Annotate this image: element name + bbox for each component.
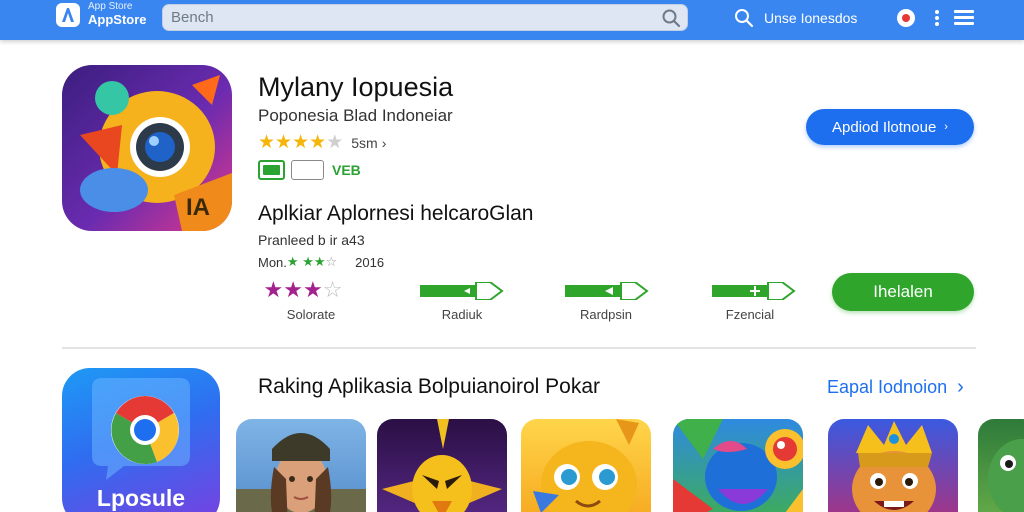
star-icon: ★: [292, 132, 310, 153]
app-badges: VEB: [258, 160, 361, 180]
chevron-right-icon: ›: [957, 376, 964, 398]
green-dino-character-icon: [988, 439, 1024, 512]
search-icon[interactable]: [734, 8, 754, 28]
app-tile[interactable]: [521, 419, 651, 512]
star-icon: ★: [286, 254, 299, 269]
age-rating-badge-icon: [258, 160, 285, 180]
more-options-icon[interactable]: [934, 9, 940, 27]
app-title: Mylany Iopuesia: [258, 72, 454, 102]
stat-label: Radiuk: [441, 307, 483, 322]
app-tile[interactable]: [828, 419, 958, 512]
search-box[interactable]: [162, 4, 688, 31]
see-all-label: Eapal Iodnoion: [827, 377, 948, 397]
primary-action-label: Apdiod Ilotnoue: [832, 118, 937, 136]
logo-wordmark[interactable]: AppStore: [88, 12, 147, 27]
star-icon: ★: [313, 254, 326, 269]
star-icon: ★: [326, 132, 344, 153]
primary-action-button[interactable]: Apdiod Ilotnoue ›: [806, 109, 974, 145]
star-icon: ★: [309, 132, 327, 153]
arrow-bar-icon: [565, 282, 649, 300]
arrow-bar-icon: [712, 282, 796, 300]
golden-king-character-icon: [852, 421, 936, 512]
app-tile[interactable]: [978, 419, 1024, 512]
ranking-title: Raking Aplikasia Bolpuianoirol Pokar: [258, 375, 601, 398]
star-icon: ★: [302, 254, 314, 269]
app-icon[interactable]: IA: [62, 65, 232, 231]
arrow-bar-icon: [420, 282, 504, 300]
star-outline-icon: ☆: [322, 277, 343, 302]
star-icon: ★: [275, 132, 293, 153]
hamburger-menu-icon[interactable]: [954, 10, 974, 26]
section-divider: [62, 347, 976, 349]
logo-caption: App Store: [88, 1, 133, 12]
notification-icon[interactable]: [897, 9, 915, 27]
see-all-link[interactable]: Eapal Iodnoion ›: [827, 376, 964, 399]
chevron-right-icon: ›: [381, 134, 387, 151]
star-icon: ★: [283, 277, 303, 302]
chrome-bubble-icon: [92, 378, 190, 480]
meta-label: Mon.: [258, 254, 287, 270]
svg-text:IA: IA: [186, 194, 210, 221]
featured-app-icon[interactable]: Lposule: [62, 368, 220, 512]
stat-label: Fzencial: [725, 307, 775, 322]
install-button[interactable]: Ihelalen: [832, 273, 974, 311]
app-tile[interactable]: [377, 419, 507, 512]
stat-label: Rardpsin: [579, 307, 633, 322]
nav-link[interactable]: Unse Ionesdos: [764, 10, 857, 26]
stat-rating: ★ ★ ★ ☆: [243, 278, 363, 302]
star-icon: ★: [263, 277, 284, 302]
app-rating[interactable]: ★ ★ ★ ★ ★ 5sm ›: [258, 133, 386, 152]
developer-name[interactable]: Poponesia Blad Indoneiar: [258, 106, 453, 126]
stat-label: Solorate: [286, 307, 336, 322]
search-input[interactable]: [171, 8, 651, 27]
chevron-right-icon: ›: [944, 121, 948, 133]
colorful-parrot-icon: [673, 419, 803, 512]
meta-rating: Mon. ★ ★ ★ ☆ 2016: [258, 254, 384, 270]
top-navigation-bar: App Store AppStore Unse Ionesdos: [0, 0, 1024, 40]
star-icon: ★: [303, 277, 323, 302]
badge-label: VEB: [332, 162, 361, 178]
rating-count: 5sm: [351, 134, 378, 151]
star-outline-icon: ☆: [325, 254, 338, 269]
star-icon: ★: [258, 132, 276, 153]
content-badge-icon: [291, 160, 324, 180]
soldier-portrait-icon: [236, 433, 366, 512]
app-tile[interactable]: [673, 419, 803, 512]
purple-bird-character-icon: [382, 419, 502, 512]
publisher-meta: Pranleed b ir a43: [258, 232, 365, 248]
app-store-logo-icon[interactable]: [56, 3, 80, 27]
app-store-page: App Store AppStore Unse Ionesdos: [0, 0, 1024, 512]
section-heading: Aplkiar Aplornesi helcaroGlan: [258, 202, 534, 225]
release-year: 2016: [355, 254, 385, 270]
featured-app-label: Lposule: [96, 485, 186, 511]
app-tile[interactable]: [236, 419, 366, 512]
yellow-chick-character-icon: [533, 419, 639, 512]
cartoon-bird-camera-icon: IA: [80, 75, 232, 231]
search-icon[interactable]: [661, 8, 681, 28]
